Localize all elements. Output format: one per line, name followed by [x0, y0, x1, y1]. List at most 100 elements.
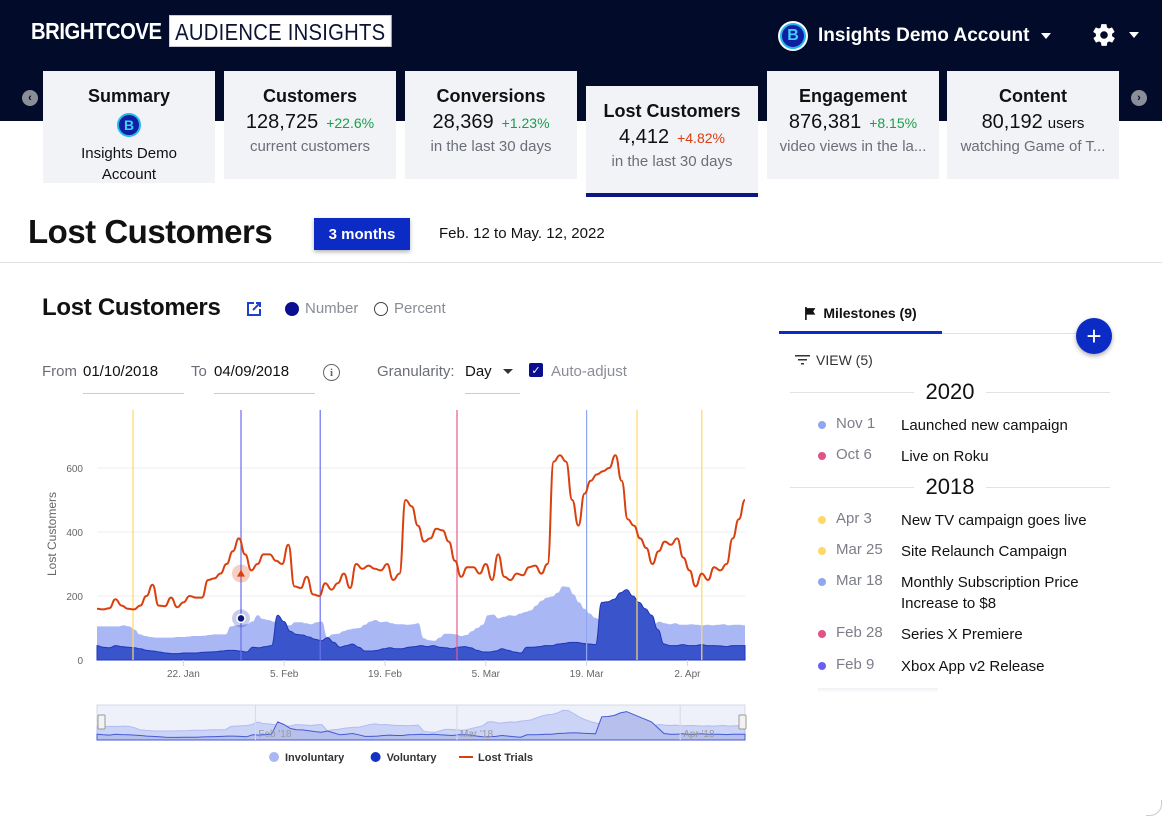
navigator-handle-left[interactable] — [97, 714, 106, 730]
year-divider-2018: 2018 — [790, 474, 1111, 500]
page-title: Lost Customers — [28, 213, 273, 250]
radio-selected-icon — [285, 301, 299, 316]
milestone-date: Apr 3 — [836, 510, 872, 527]
radio-label: Number — [305, 300, 359, 317]
mode-number-radio[interactable]: Number — [285, 300, 358, 317]
milestone-text: Monthly Subscription Price Increase to $… — [901, 574, 1079, 612]
milestone-dot — [818, 547, 826, 555]
add-milestone-button[interactable]: + — [1076, 318, 1112, 354]
milestone-dot — [818, 452, 826, 460]
voluntary-hover-marker — [236, 613, 246, 624]
external-link-icon[interactable] — [244, 299, 264, 319]
x-tick-label: 5. Mar — [472, 669, 501, 680]
scroll-left-button[interactable]: ‹ — [22, 90, 38, 106]
legend-item-label[interactable]: Involuntary — [285, 752, 345, 764]
plus-icon: + — [1086, 321, 1102, 351]
navigator-label: Mar '18 — [460, 729, 493, 740]
tab-label: Milestones (9) — [823, 305, 917, 321]
to-date-input[interactable]: 04/09/2018 — [214, 363, 315, 394]
card-subtitle: watching Game of T... — [960, 138, 1106, 155]
info-icon[interactable]: i — [323, 364, 340, 381]
view-filter-button[interactable]: VIEW (5) — [795, 352, 873, 368]
card-account-name: Insights Demo Account — [81, 145, 177, 183]
granularity-value: Day — [465, 363, 492, 380]
milestone-item[interactable]: Mar 18 Monthly Subscription Price Increas… — [818, 572, 1101, 614]
card-subtitle: in the last 30 days — [611, 153, 733, 170]
granularity-label: Granularity: — [377, 363, 455, 380]
legend-item-label[interactable]: Lost Trials — [478, 752, 533, 764]
mode-percent-radio[interactable]: Percent — [374, 300, 446, 317]
tab-milestones[interactable]: Milestones (9) — [779, 295, 942, 334]
milestone-date: Mar 25 — [836, 541, 883, 558]
milestone-item[interactable]: Feb 28 Series X Premiere — [818, 624, 1101, 645]
milestone-item[interactable]: Mar 25 Site Relaunch Campaign — [818, 541, 1101, 562]
y-tick-label: 600 — [66, 464, 83, 475]
milestone-item[interactable]: Nov 1 Launched new campaign — [818, 415, 1101, 436]
card-subtitle: in the last 30 days — [430, 138, 552, 155]
auto-adjust-checkbox[interactable]: ✓ — [529, 363, 543, 377]
card-value: 28,369 — [432, 111, 494, 133]
x-tick-label: 5. Feb — [270, 669, 299, 680]
y-axis-label: Lost Customers — [45, 492, 59, 576]
milestone-dot — [818, 630, 826, 638]
card-subtitle: video views in the la... — [779, 138, 927, 155]
card-change: +1.23% — [501, 115, 550, 131]
milestone-text: Series X Premiere — [901, 626, 1023, 643]
milestone-dot — [818, 578, 826, 586]
window-corner — [1146, 800, 1162, 816]
milestone-date: Feb 28 — [836, 624, 883, 641]
card-value: 4,412 — [619, 126, 670, 148]
card-value: 128,725 — [245, 111, 319, 133]
year-divider-2020: 2020 — [790, 379, 1111, 405]
account-name: Insights Demo Account — [818, 25, 1030, 46]
card-title: Content — [999, 86, 1067, 106]
card-lost-customers[interactable]: Lost Customers 4,412 +4.82% in the last 3… — [586, 86, 758, 197]
lost-customers-chart[interactable]: 0 200 400 600 Lost Customers 22. Jan 5. Feb 19.… — [0, 400, 770, 780]
settings-menu-button[interactable] — [1091, 22, 1139, 48]
legend-marker — [370, 752, 381, 762]
milestone-text: Live on Roku — [901, 448, 989, 465]
milestone-item[interactable]: Apr 3 New TV campaign goes live — [818, 510, 1101, 531]
card-customers[interactable]: Customers 128,725 +22.6% current customer… — [224, 71, 396, 179]
x-tick-label: 2. Apr — [674, 669, 701, 680]
card-title: Conversions — [436, 86, 546, 106]
account-switcher[interactable]: B Insights Demo Account — [778, 21, 1052, 51]
x-tick-label: 19. Feb — [368, 669, 402, 680]
milestone-item[interactable]: Feb 9 Xbox App v2 Release — [818, 656, 1101, 677]
date-range-button[interactable]: 3 months — [314, 218, 410, 250]
milestone-text: New TV campaign goes live — [901, 512, 1087, 529]
card-unit: users — [1047, 115, 1085, 132]
x-tick-label: 19. Mar — [570, 669, 605, 680]
x-tick-label: 22. Jan — [167, 669, 200, 680]
milestone-item[interactable]: Oct 6 Live on Roku — [818, 446, 1101, 467]
navigator-handle-right[interactable] — [738, 714, 747, 730]
milestone-date: Feb 9 — [836, 656, 875, 673]
auto-adjust-label: Auto-adjust — [551, 363, 627, 380]
card-value: 876,381 — [788, 111, 862, 133]
card-title: Customers — [262, 86, 358, 106]
scroll-right-button[interactable]: › — [1131, 90, 1147, 106]
card-summary[interactable]: Summary B Insights Demo Account — [43, 71, 215, 183]
milestone-text: Xbox App v2 Release — [901, 658, 1045, 675]
milestone-date: Mar 18 — [836, 572, 883, 589]
milestone-list-fade — [818, 688, 938, 693]
card-engagement[interactable]: Engagement 876,381 +8.15% video views in … — [767, 71, 939, 179]
card-subtitle: current customers — [249, 138, 371, 155]
milestone-dot — [818, 421, 826, 429]
chart-title: Lost Customers — [42, 294, 221, 321]
milestone-dot — [818, 516, 826, 524]
navigator-label: Feb '18 — [258, 729, 291, 740]
card-content[interactable]: Content 80,192 users watching Game of T..… — [947, 71, 1119, 179]
card-title: Engagement — [798, 86, 908, 106]
legend-item-label[interactable]: Voluntary — [387, 752, 438, 764]
card-conversions[interactable]: Conversions 28,369 +1.23% in the last 30 … — [405, 71, 577, 179]
from-date-input[interactable]: 01/10/2018 — [83, 363, 184, 394]
account-logo-icon: B — [117, 113, 141, 137]
brightcove-logo[interactable]: BRIGHTCOVE AUDIENCE INSIGHTS — [31, 15, 422, 47]
account-logo-icon: B — [778, 21, 808, 51]
radio-label: Percent — [394, 300, 446, 317]
granularity-select[interactable]: Day — [465, 363, 520, 394]
chevron-down-icon — [1041, 33, 1052, 39]
card-change: +22.6% — [326, 115, 375, 131]
y-tick-label: 400 — [66, 528, 83, 539]
